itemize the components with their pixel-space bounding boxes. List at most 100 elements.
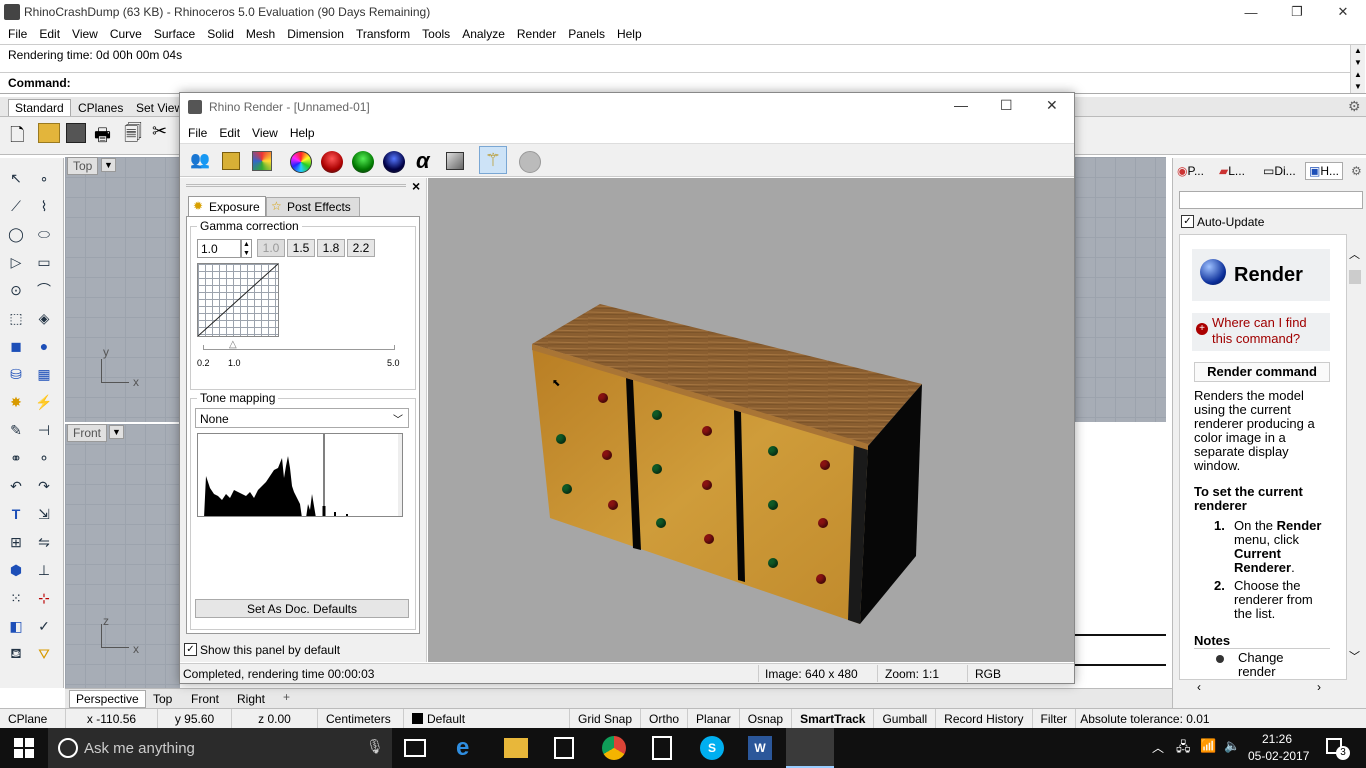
microphone-icon[interactable]: 🎙 xyxy=(366,738,384,755)
rotate-icon[interactable]: ↷ xyxy=(32,474,56,498)
alpha-channel-icon[interactable]: α xyxy=(416,148,430,174)
save-image-icon[interactable] xyxy=(222,152,240,170)
image-channels-icon[interactable] xyxy=(252,151,272,171)
move-icon[interactable]: ↶ xyxy=(4,474,28,498)
status-record-history[interactable]: Record History xyxy=(936,709,1033,728)
paint-icon[interactable]: ⛛ xyxy=(32,642,56,666)
group-icon[interactable]: ⚭ xyxy=(4,446,28,470)
chevron-up-icon[interactable]: ︿ xyxy=(1152,739,1164,756)
tab-perspective[interactable]: Perspective xyxy=(69,690,146,708)
blue-channel-icon[interactable] xyxy=(383,151,405,173)
polyline-icon[interactable]: ⟋ xyxy=(4,194,28,218)
cortana-search-box[interactable]: Ask me anything 🎙 xyxy=(48,728,392,768)
gamma-preset-1-8[interactable]: 1.8 xyxy=(317,239,345,257)
tab-layers[interactable]: ▰L... xyxy=(1219,164,1245,178)
render-maximize-button[interactable]: ☐ xyxy=(1000,97,1013,114)
menu-dimension[interactable]: Dimension xyxy=(281,27,350,41)
scale-icon[interactable]: ⇲ xyxy=(32,502,56,526)
split-icon[interactable]: ⊣ xyxy=(32,418,56,442)
menu-mesh[interactable]: Mesh xyxy=(240,27,281,41)
calculator-icon[interactable] xyxy=(652,736,672,760)
help-vertical-scrollbar[interactable]: ︿ ﹀ xyxy=(1347,246,1363,666)
network-icon[interactable]: 🖧 xyxy=(1176,738,1191,760)
status-filter[interactable]: Filter xyxy=(1033,709,1077,728)
menu-surface[interactable]: Surface xyxy=(148,27,201,41)
menu-view[interactable]: View xyxy=(66,27,104,41)
tone-mapping-select[interactable]: None ﹀ xyxy=(195,408,409,428)
gamma-value-input[interactable]: 1.0 xyxy=(197,239,241,258)
task-view-icon[interactable] xyxy=(404,739,426,757)
rhino-taskbar-icon[interactable] xyxy=(786,728,834,768)
tab-display[interactable]: ▭Di... xyxy=(1263,164,1296,178)
status-smarttrack[interactable]: SmartTrack xyxy=(792,709,875,728)
ellipse-icon[interactable]: ⬭ xyxy=(32,222,56,246)
menu-edit[interactable]: Edit xyxy=(33,27,66,41)
depth-channel-icon[interactable] xyxy=(446,152,464,170)
command-prompt[interactable]: Command: xyxy=(8,76,71,90)
menu-tools[interactable]: Tools xyxy=(416,27,456,41)
render-menu-file[interactable]: File xyxy=(182,126,213,140)
clock-date[interactable]: 05-02-2017 xyxy=(1248,749,1309,763)
solid-tools-icon[interactable]: ⬢ xyxy=(4,558,28,582)
boolean-icon[interactable]: ⚡ xyxy=(32,390,56,414)
viewport-label-front[interactable]: Front xyxy=(67,424,108,442)
set-doc-defaults-button[interactable]: Set As Doc. Defaults xyxy=(195,599,409,618)
tab-post-effects[interactable]: ☆ Post Effects xyxy=(266,197,360,216)
panel-close-button[interactable]: × xyxy=(412,178,420,194)
edge-browser-icon[interactable]: e xyxy=(456,734,469,762)
dimension-icon[interactable]: ⊥ xyxy=(32,558,56,582)
viewport-label-top[interactable]: Top xyxy=(67,157,99,175)
menu-file[interactable]: File xyxy=(2,27,33,41)
stop-render-icon[interactable] xyxy=(519,151,541,173)
clock-time[interactable]: 21:26 xyxy=(1262,732,1292,746)
scroll-left-icon[interactable]: ‹ xyxy=(1197,680,1201,694)
render-minimize-button[interactable]: — xyxy=(954,97,968,113)
cut-icon[interactable]: ✂ xyxy=(152,121,172,143)
green-channel-icon[interactable] xyxy=(352,151,374,173)
rgb-channel-icon[interactable] xyxy=(290,151,312,173)
cylinder-icon[interactable]: ⛁ xyxy=(4,362,28,386)
ungroup-icon[interactable]: ⚬ xyxy=(32,446,56,470)
status-units[interactable]: Centimeters xyxy=(318,709,404,728)
surface-icon[interactable]: ⬚ xyxy=(4,306,28,330)
top-viewport[interactable]: Top ▼ y x xyxy=(65,157,180,422)
analyze-icon[interactable]: ⊹ xyxy=(32,586,56,610)
layer-icon[interactable]: ◧ xyxy=(4,614,28,638)
gamma-slider-thumb[interactable]: △ xyxy=(229,339,237,350)
add-viewport-tab[interactable]: + xyxy=(279,690,294,704)
status-gumball[interactable]: Gumball xyxy=(874,709,937,728)
save-icon[interactable] xyxy=(66,123,86,143)
rectangle-icon[interactable]: ▭ xyxy=(32,250,56,274)
chevron-down-icon[interactable]: ▼ xyxy=(109,425,124,439)
check-icon[interactable]: ✓ xyxy=(32,614,56,638)
scroll-down-icon[interactable]: ﹀ xyxy=(1349,648,1360,664)
grid-array-icon[interactable]: ⁙ xyxy=(4,586,28,610)
select-arrow-icon[interactable]: ↖ xyxy=(4,166,28,190)
chrome-icon[interactable] xyxy=(602,736,626,760)
close-button[interactable]: ✕ xyxy=(1320,0,1366,24)
render-teapot-icon[interactable]: ⛾ xyxy=(4,642,28,666)
where-link[interactable]: Where can I find this command? xyxy=(1212,315,1328,347)
print-icon[interactable]: 🖶 xyxy=(94,123,116,145)
menu-help[interactable]: Help xyxy=(611,27,648,41)
scroll-up-icon[interactable]: ︿ xyxy=(1349,246,1360,262)
minimize-button[interactable]: — xyxy=(1228,0,1274,24)
gear-icon[interactable]: ⚙ xyxy=(1348,98,1361,115)
clone-icon[interactable]: 👥 xyxy=(190,150,210,170)
tab-properties[interactable]: ◉P... xyxy=(1177,164,1204,178)
tab-exposure[interactable]: ✹ Exposure xyxy=(188,196,266,216)
render-menu-edit[interactable]: Edit xyxy=(213,126,246,140)
explode-icon[interactable]: ✸ xyxy=(4,390,28,414)
point-icon[interactable]: ∘ xyxy=(32,166,56,190)
scroll-thumb[interactable] xyxy=(1349,270,1361,284)
menu-solid[interactable]: Solid xyxy=(201,27,240,41)
tab-front[interactable]: Front xyxy=(187,691,223,707)
render-menu-help[interactable]: Help xyxy=(284,126,321,140)
menu-curve[interactable]: Curve xyxy=(104,27,148,41)
windows-start-icon[interactable] xyxy=(14,738,34,758)
word-icon[interactable]: W xyxy=(748,736,772,760)
menu-panels[interactable]: Panels xyxy=(562,27,611,41)
mesh-icon[interactable]: ▦ xyxy=(32,362,56,386)
properties-icon[interactable]: 🗐 xyxy=(124,121,146,143)
gamma-preset-1-0[interactable]: 1.0 xyxy=(257,239,285,257)
